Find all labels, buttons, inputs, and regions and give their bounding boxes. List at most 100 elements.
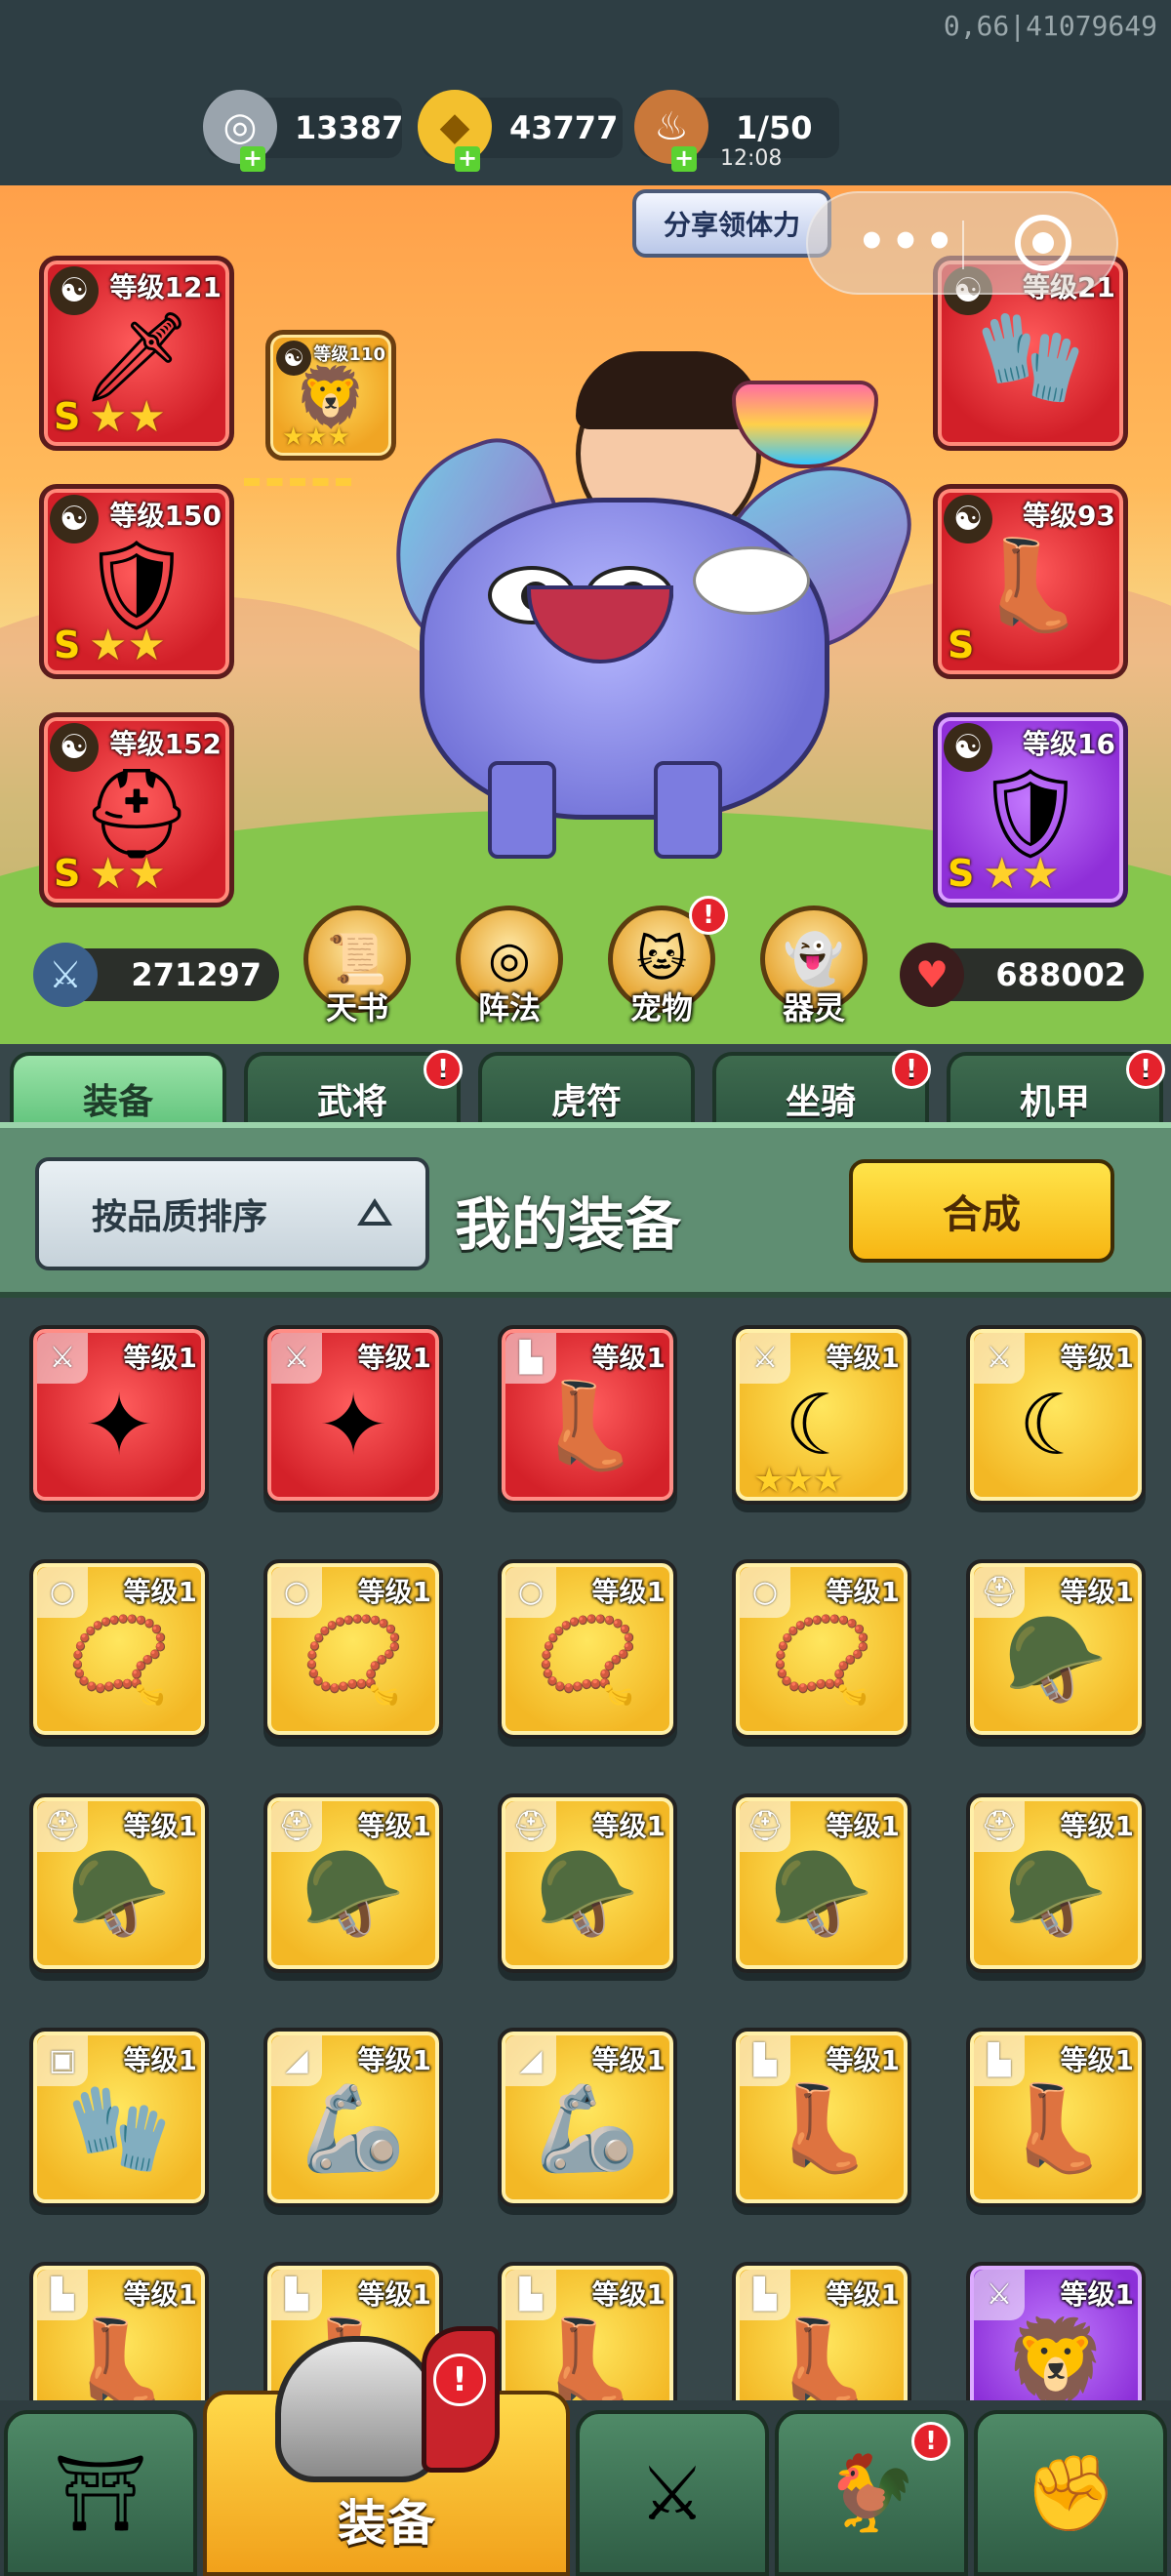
alert-badge: ! <box>433 2354 486 2406</box>
equip-slot-armor[interactable]: ☯ 等级150 🛡 S ★★ <box>39 484 234 679</box>
share-stamina-button[interactable]: 分享领体力 <box>632 189 831 258</box>
feature-pet[interactable]: 🐱 宠物 ! <box>603 896 728 1026</box>
rooster-icon: 🐓 <box>825 2449 918 2536</box>
sort-label: 按品质排序 <box>92 1197 268 1237</box>
equipment-item[interactable]: ▙等级1👢 <box>732 2028 911 2207</box>
equipment-item[interactable]: ▙等级1👢 <box>498 1325 677 1505</box>
temple-icon: ⛩ <box>53 2449 148 2536</box>
item-level: 等级1 <box>591 1576 666 1608</box>
gold-value: 43777 <box>509 109 619 146</box>
equipment-item[interactable]: ⛑ 等级1 🪖 <box>966 1559 1146 1739</box>
helmet-icon: 🪖 <box>66 1845 172 1944</box>
equipment-toolbar: 按品质排序 我的装备 合成 <box>0 1122 1171 1298</box>
item-level: 等级1 <box>123 1342 197 1374</box>
equipment-item[interactable]: ⛑ 等级1 🪖 <box>732 1793 911 1973</box>
equipment-item[interactable]: ▣ 等级1 🧤 <box>29 2028 209 2207</box>
item-level: 等级1 <box>1060 2044 1134 2076</box>
tab-equipment[interactable]: 装备 <box>10 1052 226 1132</box>
coin-counter[interactable]: ◎ + 13387 <box>203 90 403 172</box>
equipment-item[interactable]: ⛑ 等级1 🪖 <box>498 1793 677 1973</box>
equip-slot-boots[interactable]: ☯ 等级93 👢 S <box>933 484 1128 679</box>
equipment-item[interactable]: ⛑ 等级1 🪖 <box>29 1793 209 1973</box>
tab-generals[interactable]: 武将 ! <box>244 1050 463 1132</box>
attack-value: 271297 <box>131 956 262 993</box>
nav-heroes[interactable]: 🐓 ! <box>775 2410 968 2576</box>
tab-label: 机甲 <box>1019 1082 1090 1122</box>
helmet-icon: 🪖 <box>1003 1845 1109 1944</box>
slot-grade: S <box>54 624 81 666</box>
feature-label: 器灵 <box>782 989 845 1026</box>
bracer-icon: 🦾 <box>535 2079 640 2178</box>
tab-tiger-tally[interactable]: 虎符 <box>478 1052 695 1132</box>
equipment-item[interactable]: ◢ 等级1 🦾 <box>498 2028 677 2207</box>
equipment-item[interactable]: ▙等级1👢 <box>966 2028 1146 2207</box>
stamina-value: 1/50 <box>736 109 813 146</box>
feature-zhenfa[interactable]: ◎ 阵法 <box>451 906 568 1026</box>
item-level: 等级1 <box>357 1576 431 1608</box>
add-coin-icon[interactable]: + <box>240 146 265 172</box>
close-target-icon[interactable] <box>1015 215 1071 271</box>
tab-mecha[interactable]: 机甲 ! <box>947 1050 1165 1132</box>
item-level: 等级1 <box>357 2278 431 2311</box>
equipment-item[interactable]: ⚔ 等级1 ☾ <box>966 1325 1146 1505</box>
slot-stars: ★★★ <box>282 423 350 452</box>
equip-slot-helmet[interactable]: ☯ 等级152 ⛑ S ★★ <box>39 712 234 907</box>
sword-icon: ⚔ <box>33 943 98 1007</box>
feature-tianshu[interactable]: 📜 天书 <box>299 906 416 1026</box>
equipment-item[interactable]: ⚔ 等级1 ☾ ★★★ <box>732 1325 911 1505</box>
more-icon[interactable]: ••• <box>857 215 958 269</box>
feature-label: 阵法 <box>477 989 541 1026</box>
feature-spirit[interactable]: 👻 器灵 <box>755 906 872 1026</box>
gold-counter[interactable]: ◆ + 43777 <box>418 90 623 172</box>
sort-by-quality-button[interactable]: 按品质排序 <box>35 1157 429 1270</box>
item-level: 等级1 <box>123 2278 197 2311</box>
gauntlet-icon: 🧤 <box>66 2079 172 2178</box>
equip-slot-linked[interactable]: ☯ 等级110 🦁 ★★★ <box>265 330 396 461</box>
slot-stars: ★★ <box>89 621 166 670</box>
equipment-item[interactable]: ⛑ 等级1 🪖 <box>263 1793 443 1973</box>
equipment-item[interactable]: ○ 等级1 📿 <box>498 1559 677 1739</box>
amulet-icon: 📿 <box>535 1611 640 1710</box>
tab-mounts[interactable]: 坐骑 ! <box>712 1050 931 1132</box>
equipment-item[interactable]: ⚔ 等级1 ✦ <box>29 1325 209 1505</box>
nav-home[interactable]: ⛩ <box>4 2410 197 2576</box>
equipment-item[interactable]: ○ 等级1 📿 <box>263 1559 443 1739</box>
amulet-icon: 📿 <box>66 1611 172 1710</box>
item-level: 等级1 <box>826 2044 900 2076</box>
compose-button[interactable]: 合成 <box>849 1159 1114 1263</box>
nav-equipment[interactable]: 装备 ! <box>203 2326 570 2576</box>
weapon-type-icon: ⚔ <box>271 1333 322 1384</box>
equipment-item[interactable]: ◢ 等级1 🦾 <box>263 2028 443 2207</box>
equipment-item[interactable]: ○ 等级1 📿 <box>732 1559 911 1739</box>
debug-text: 0,66|41079649 <box>943 10 1157 42</box>
alert-badge: ! <box>424 1050 463 1089</box>
equip-slot-armor-purple[interactable]: ☯ 等级16 🛡 S ★★ <box>933 712 1128 907</box>
slot-level: 等级121 <box>109 271 222 303</box>
add-gold-icon[interactable]: + <box>455 146 480 172</box>
item-level: 等级1 <box>357 1342 431 1374</box>
elephant-leg <box>488 761 556 859</box>
alert-badge: ! <box>892 1050 931 1089</box>
add-stamina-icon[interactable]: + <box>671 146 697 172</box>
game-screen: { "debug_text": "0,66|41079649", "resour… <box>0 0 1171 2576</box>
item-level: 等级1 <box>826 1810 900 1842</box>
equipment-item[interactable]: ⛑ 等级1 🪖 <box>966 1793 1146 1973</box>
helmet-icon <box>275 2336 441 2482</box>
stamina-counter[interactable]: ♨ + 1/50 12:08 <box>634 90 839 172</box>
hp-stat: ♥ 688002 <box>900 943 1144 1007</box>
item-level: 等级1 <box>591 1342 666 1374</box>
nav-upgrade[interactable]: ✊ <box>974 2410 1167 2576</box>
boots-icon: 👢 <box>769 2079 874 2178</box>
equipment-grid: ⚔ 等级1 ✦ ⚔ 等级1 ✦ ▙ 等级1 👢 ⚔ 等级1 ☾ ★★★ ⚔ 等级1 ☾ ○ 等级1 📿 ○ 等级1 📿 ○ 等… <box>0 1298 1171 2441</box>
hero-on-elephant[interactable] <box>362 342 926 859</box>
nav-label: 装备 <box>338 2495 435 2552</box>
lion-icon: 🦁 <box>1003 2314 1109 2412</box>
alert-badge: ! <box>911 2422 950 2461</box>
equipment-item[interactable]: ⚔ 等级1 ✦ <box>263 1325 443 1505</box>
slot-grade: S <box>948 852 975 895</box>
equipment-item[interactable]: ○ 等级1 📿 <box>29 1559 209 1739</box>
nav-battle[interactable]: ⚔ <box>576 2410 769 2576</box>
chain-link <box>244 478 351 492</box>
weapon-type-icon: ⚔ <box>37 1333 88 1384</box>
equip-slot-weapon[interactable]: ☯ 等级121 🗡 S ★★ <box>39 256 234 451</box>
